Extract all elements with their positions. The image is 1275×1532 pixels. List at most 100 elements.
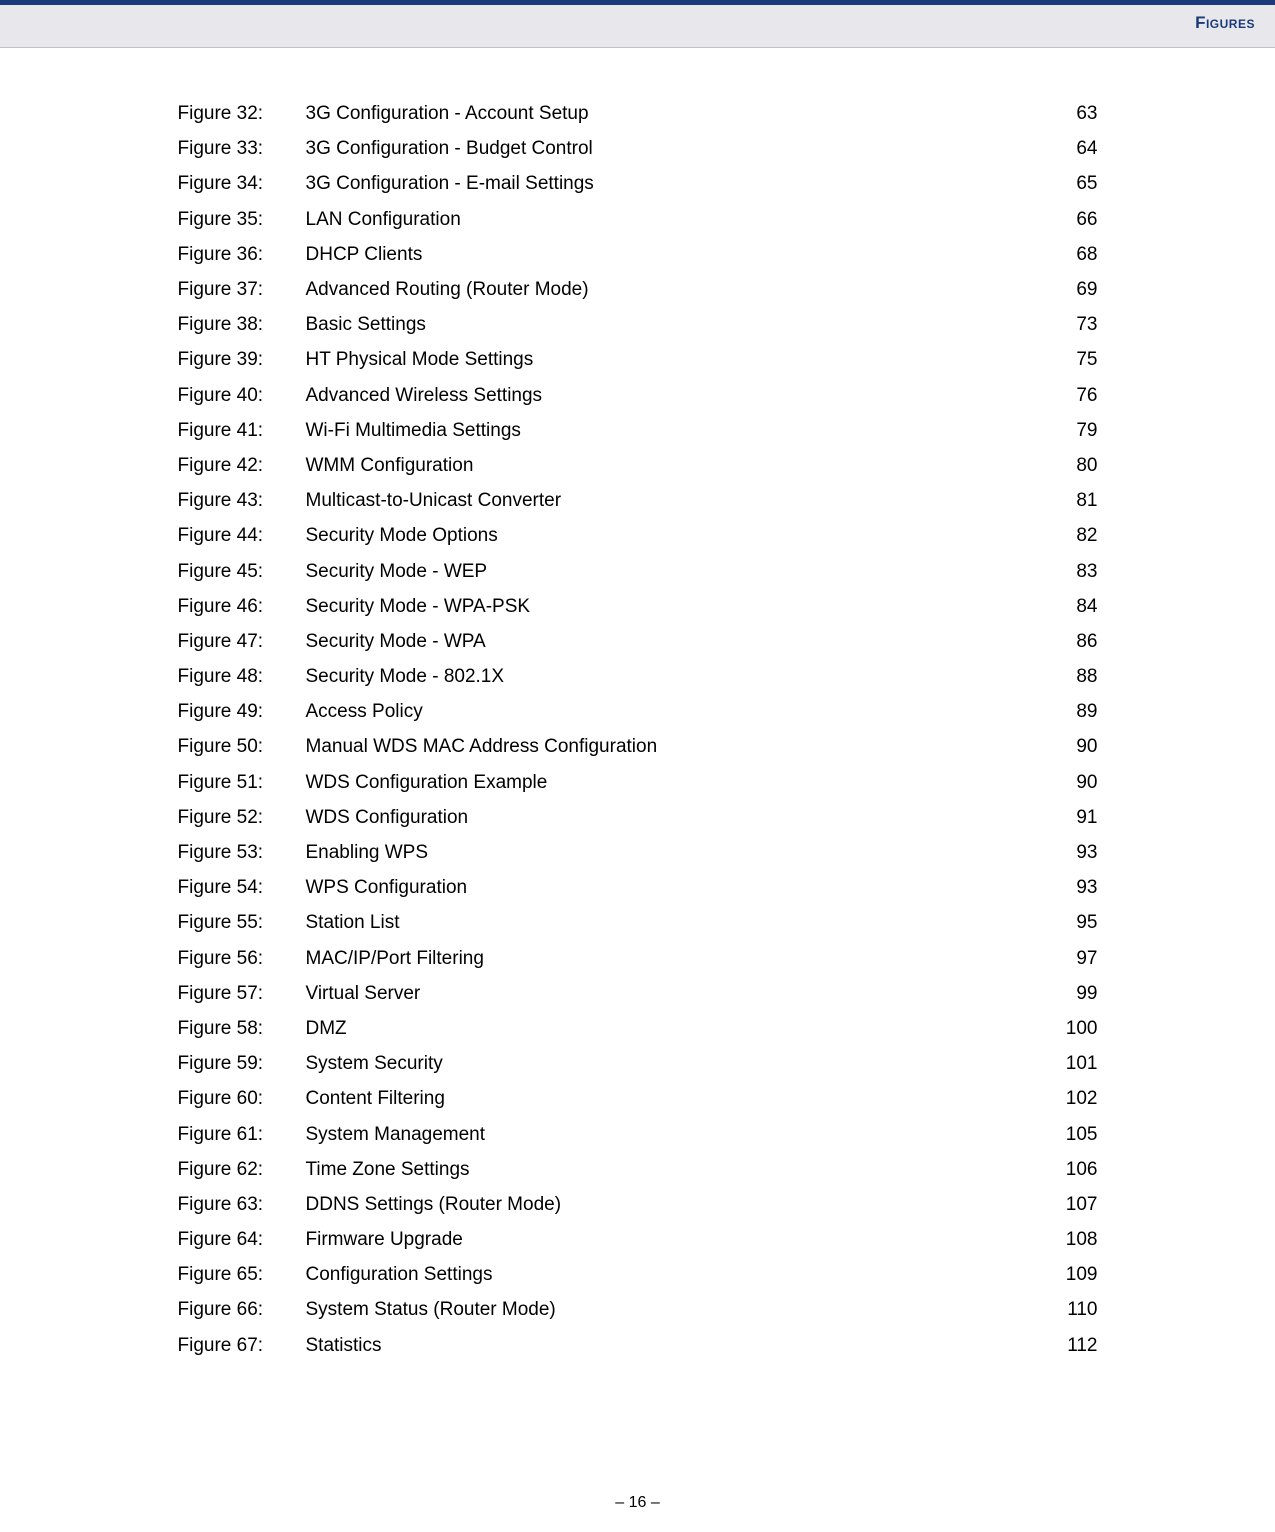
figure-title: Content Filtering <box>306 1089 1038 1108</box>
figure-label: Figure 40: <box>178 386 306 405</box>
figure-entry[interactable]: Figure 37:Advanced Routing (Router Mode)… <box>178 272 1098 307</box>
figures-list: Figure 32:3G Configuration - Account Set… <box>178 96 1098 1363</box>
figure-entry[interactable]: Figure 60:Content Filtering102 <box>178 1081 1098 1116</box>
figure-page: 83 <box>1038 562 1098 581</box>
figure-entry[interactable]: Figure 61:System Management105 <box>178 1116 1098 1151</box>
figure-entry[interactable]: Figure 33:3G Configuration - Budget Cont… <box>178 131 1098 166</box>
figure-page: 112 <box>1038 1336 1098 1355</box>
figure-label: Figure 65: <box>178 1265 306 1284</box>
figure-page: 65 <box>1038 174 1098 193</box>
figure-entry[interactable]: Figure 40:Advanced Wireless Settings76 <box>178 378 1098 413</box>
figure-label: Figure 63: <box>178 1195 306 1214</box>
figure-entry[interactable]: Figure 56:MAC/IP/Port Filtering97 <box>178 941 1098 976</box>
figure-title: Manual WDS MAC Address Configuration <box>306 737 1038 756</box>
figure-page: 88 <box>1038 667 1098 686</box>
figure-page: 105 <box>1038 1125 1098 1144</box>
figure-title: Access Policy <box>306 702 1038 721</box>
figure-label: Figure 48: <box>178 667 306 686</box>
figure-title: Wi-Fi Multimedia Settings <box>306 421 1038 440</box>
figure-title: DDNS Settings (Router Mode) <box>306 1195 1038 1214</box>
figure-title: Security Mode - WPA-PSK <box>306 597 1038 616</box>
figure-page: 80 <box>1038 456 1098 475</box>
figure-entry[interactable]: Figure 51:WDS Configuration Example90 <box>178 765 1098 800</box>
figure-page: 93 <box>1038 843 1098 862</box>
figure-page: 101 <box>1038 1054 1098 1073</box>
figure-label: Figure 49: <box>178 702 306 721</box>
figure-entry[interactable]: Figure 59:System Security101 <box>178 1046 1098 1081</box>
figure-page: 89 <box>1038 702 1098 721</box>
figure-label: Figure 51: <box>178 773 306 792</box>
figure-title: Advanced Wireless Settings <box>306 386 1038 405</box>
figure-label: Figure 62: <box>178 1160 306 1179</box>
figure-title: MAC/IP/Port Filtering <box>306 949 1038 968</box>
figure-title: Virtual Server <box>306 984 1038 1003</box>
figure-label: Figure 35: <box>178 210 306 229</box>
figure-page: 91 <box>1038 808 1098 827</box>
header-bar: Figures <box>0 0 1275 48</box>
figure-page: 86 <box>1038 632 1098 651</box>
figure-title: System Security <box>306 1054 1038 1073</box>
figure-title: DHCP Clients <box>306 245 1038 264</box>
figure-page: 79 <box>1038 421 1098 440</box>
figure-title: 3G Configuration - Budget Control <box>306 139 1038 158</box>
figure-title: 3G Configuration - E-mail Settings <box>306 174 1038 193</box>
figure-title: System Status (Router Mode) <box>306 1300 1038 1319</box>
figure-title: HT Physical Mode Settings <box>306 350 1038 369</box>
figure-label: Figure 53: <box>178 843 306 862</box>
figure-entry[interactable]: Figure 39:HT Physical Mode Settings75 <box>178 342 1098 377</box>
page-number: – 16 – <box>615 1494 659 1511</box>
figure-entry[interactable]: Figure 50:Manual WDS MAC Address Configu… <box>178 729 1098 764</box>
figure-entry[interactable]: Figure 55:Station List95 <box>178 905 1098 940</box>
figure-entry[interactable]: Figure 64:Firmware Upgrade108 <box>178 1222 1098 1257</box>
figure-entry[interactable]: Figure 36:DHCP Clients68 <box>178 237 1098 272</box>
figure-page: 81 <box>1038 491 1098 510</box>
figure-label: Figure 67: <box>178 1336 306 1355</box>
figure-label: Figure 46: <box>178 597 306 616</box>
figure-entry[interactable]: Figure 38:Basic Settings73 <box>178 307 1098 342</box>
figure-entry[interactable]: Figure 65:Configuration Settings109 <box>178 1257 1098 1292</box>
figure-entry[interactable]: Figure 44:Security Mode Options82 <box>178 518 1098 553</box>
figure-label: Figure 55: <box>178 913 306 932</box>
figure-page: 90 <box>1038 737 1098 756</box>
figure-page: 82 <box>1038 526 1098 545</box>
figure-page: 110 <box>1038 1300 1098 1319</box>
figure-label: Figure 54: <box>178 878 306 897</box>
figure-title: Enabling WPS <box>306 843 1038 862</box>
figure-entry[interactable]: Figure 57:Virtual Server99 <box>178 976 1098 1011</box>
figure-entry[interactable]: Figure 58:DMZ100 <box>178 1011 1098 1046</box>
figure-page: 93 <box>1038 878 1098 897</box>
figure-page: 100 <box>1038 1019 1098 1038</box>
footer: – 16 – <box>0 1494 1275 1512</box>
figure-entry[interactable]: Figure 49:Access Policy89 <box>178 694 1098 729</box>
figure-page: 107 <box>1038 1195 1098 1214</box>
figure-entry[interactable]: Figure 67:Statistics112 <box>178 1328 1098 1363</box>
figure-title: Multicast-to-Unicast Converter <box>306 491 1038 510</box>
figure-entry[interactable]: Figure 53:Enabling WPS93 <box>178 835 1098 870</box>
figure-label: Figure 42: <box>178 456 306 475</box>
figure-page: 75 <box>1038 350 1098 369</box>
figure-page: 102 <box>1038 1089 1098 1108</box>
figure-entry[interactable]: Figure 34:3G Configuration - E-mail Sett… <box>178 166 1098 201</box>
figure-entry[interactable]: Figure 41:Wi-Fi Multimedia Settings79 <box>178 413 1098 448</box>
figure-entry[interactable]: Figure 42:WMM Configuration80 <box>178 448 1098 483</box>
figure-title: System Management <box>306 1125 1038 1144</box>
figure-entry[interactable]: Figure 35:LAN Configuration66 <box>178 202 1098 237</box>
figure-entry[interactable]: Figure 32:3G Configuration - Account Set… <box>178 96 1098 131</box>
figure-entry[interactable]: Figure 47:Security Mode - WPA86 <box>178 624 1098 659</box>
figure-entry[interactable]: Figure 46:Security Mode - WPA-PSK84 <box>178 589 1098 624</box>
figure-entry[interactable]: Figure 52:WDS Configuration91 <box>178 800 1098 835</box>
figure-entry[interactable]: Figure 45:Security Mode - WEP83 <box>178 553 1098 588</box>
figure-label: Figure 58: <box>178 1019 306 1038</box>
figure-entry[interactable]: Figure 43:Multicast-to-Unicast Converter… <box>178 483 1098 518</box>
figure-label: Figure 50: <box>178 737 306 756</box>
figure-label: Figure 61: <box>178 1125 306 1144</box>
figure-entry[interactable]: Figure 48:Security Mode - 802.1X88 <box>178 659 1098 694</box>
figure-entry[interactable]: Figure 54:WPS Configuration93 <box>178 870 1098 905</box>
figure-page: 97 <box>1038 949 1098 968</box>
figure-page: 95 <box>1038 913 1098 932</box>
figure-entry[interactable]: Figure 62:Time Zone Settings106 <box>178 1152 1098 1187</box>
figure-label: Figure 60: <box>178 1089 306 1108</box>
figure-entry[interactable]: Figure 63:DDNS Settings (Router Mode)107 <box>178 1187 1098 1222</box>
figure-entry[interactable]: Figure 66:System Status (Router Mode)110 <box>178 1292 1098 1327</box>
figure-page: 68 <box>1038 245 1098 264</box>
